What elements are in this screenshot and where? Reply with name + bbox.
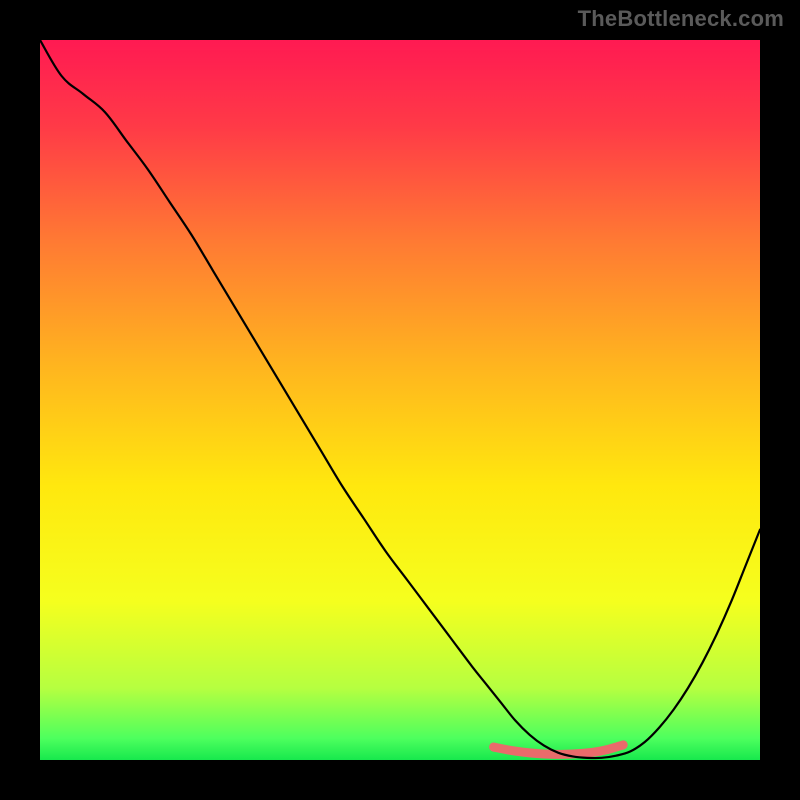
chart-svg [40,40,760,760]
watermark-text: TheBottleneck.com [578,6,784,32]
plot-area [40,40,760,760]
chart-frame: TheBottleneck.com [0,0,800,800]
gradient-background [40,40,760,760]
